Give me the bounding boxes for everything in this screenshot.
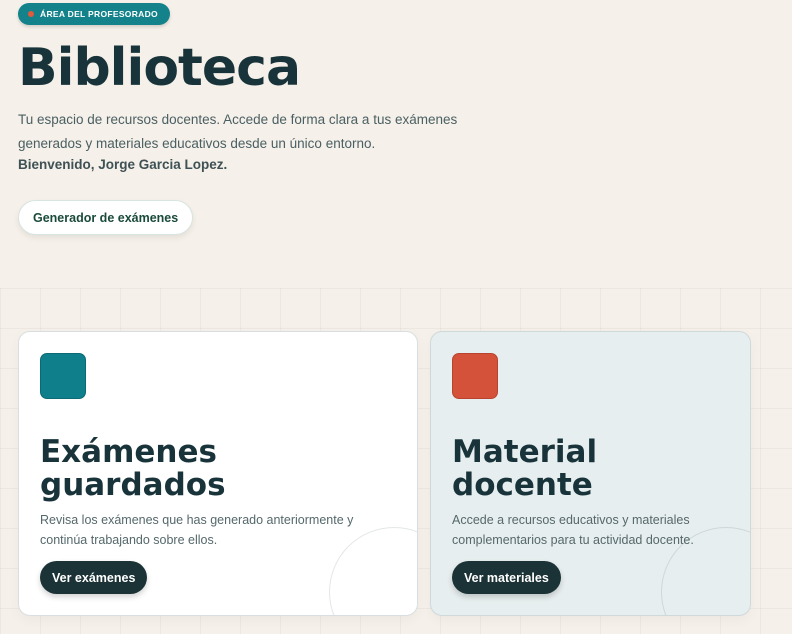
badge-label: ÁREA DEL PROFESORADO — [40, 9, 158, 19]
page-description: Tu espacio de recursos docentes. Accede … — [18, 112, 458, 151]
card-title-line: docente — [452, 467, 593, 503]
teaching-material-card: Material docente Accede a recursos educa… — [430, 331, 751, 616]
saved-exams-card: Exámenes guardados Revisa los exámenes q… — [18, 331, 418, 616]
view-exams-button[interactable]: Ver exámenes — [40, 561, 148, 594]
card-title: Exámenes guardados — [40, 436, 340, 502]
card-title-line: guardados — [40, 467, 226, 503]
card-title: Material docente — [452, 434, 750, 503]
welcome-message: Bienvenido, Jorge Garcia Lopez. — [18, 157, 228, 172]
view-materials-button[interactable]: Ver materiales — [452, 561, 561, 594]
exams-icon — [40, 353, 86, 399]
materials-icon — [452, 353, 498, 399]
card-title-line: Exámenes — [40, 434, 217, 470]
area-badge: ÁREA DEL PROFESORADO — [18, 3, 170, 25]
card-title-line: Material — [452, 434, 598, 470]
page-title: Biblioteca — [18, 38, 301, 98]
exam-generator-button[interactable]: Generador de exámenes — [18, 200, 194, 235]
badge-dot-icon — [28, 11, 34, 17]
card-description: Revisa los exámenes que has generado ant… — [40, 513, 354, 547]
